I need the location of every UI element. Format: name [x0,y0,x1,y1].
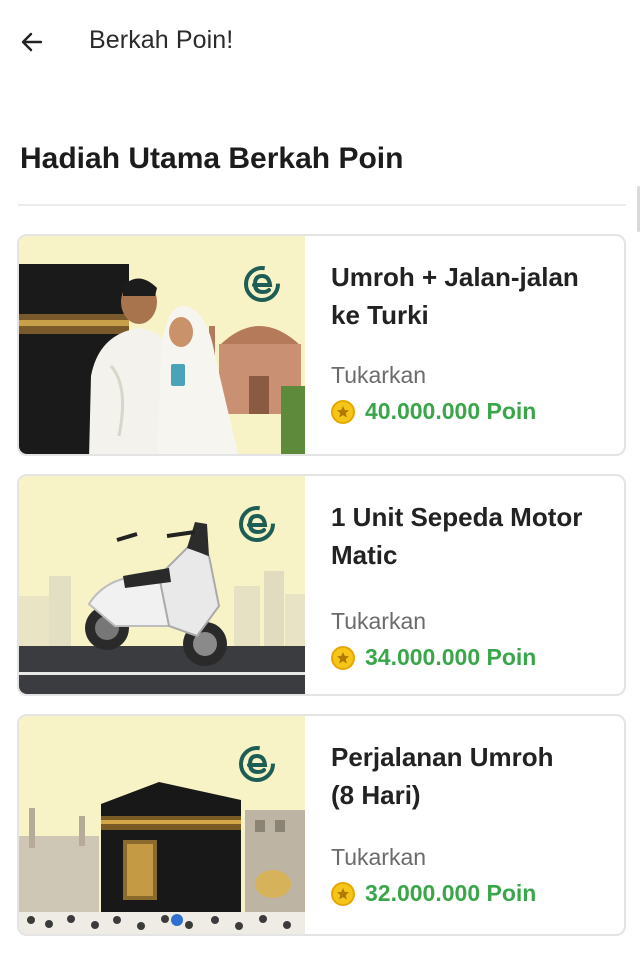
brand-logo-icon [244,266,280,302]
pilgrims-couple-kaaba-image [19,236,305,454]
points-row: 32.000.000 Poin [331,880,536,907]
section-title: Hadiah Utama Berkah Poin [20,142,404,175]
reward-card[interactable]: Perjalanan Umroh (8 Hari) Tukarkan 32.00… [17,714,626,936]
brand-logo-icon [239,506,275,542]
reward-title-line2: Matic [331,540,398,570]
points-row: 40.000.000 Poin [331,398,536,425]
coin-star-icon [331,645,355,670]
reward-card-body: Umroh + Jalan-jalan ke Turki [331,258,606,334]
reward-title: Umroh + Jalan-jalan [331,262,579,292]
reward-title-line2: (8 Hari) [331,780,421,810]
coin-star-icon [331,399,355,424]
reward-title-line2: ke Turki [331,300,429,330]
back-button[interactable] [14,24,50,60]
points-value: 34.000.000 Poin [365,644,537,670]
arrow-left-icon [21,32,43,52]
page-title: Berkah Poin! [89,26,234,54]
exchange-label: Tukarkan [331,844,427,870]
divider [18,204,626,206]
reward-title: 1 Unit Sepeda Motor [331,502,583,532]
exchange-label: Tukarkan [331,362,427,388]
coin-star-icon [331,881,355,906]
reward-card-body: 1 Unit Sepeda Motor Matic [331,498,606,574]
kaaba-image [19,716,305,934]
points-value: 32.000.000 Poin [365,880,537,906]
points-row: 34.000.000 Poin [331,644,536,671]
reward-card[interactable]: 1 Unit Sepeda Motor Matic Tukarkan 34.00… [17,474,626,696]
reward-card[interactable]: Umroh + Jalan-jalan ke Turki Tukarkan 40… [17,234,626,456]
app-header: Berkah Poin! [0,0,640,84]
reward-title: Perjalanan Umroh [331,742,554,772]
reward-card-body: Perjalanan Umroh (8 Hari) [331,738,606,814]
exchange-label: Tukarkan [331,608,427,634]
brand-logo-icon [239,746,275,782]
points-value: 40.000.000 Poin [365,398,537,424]
scooter-image [19,476,305,694]
